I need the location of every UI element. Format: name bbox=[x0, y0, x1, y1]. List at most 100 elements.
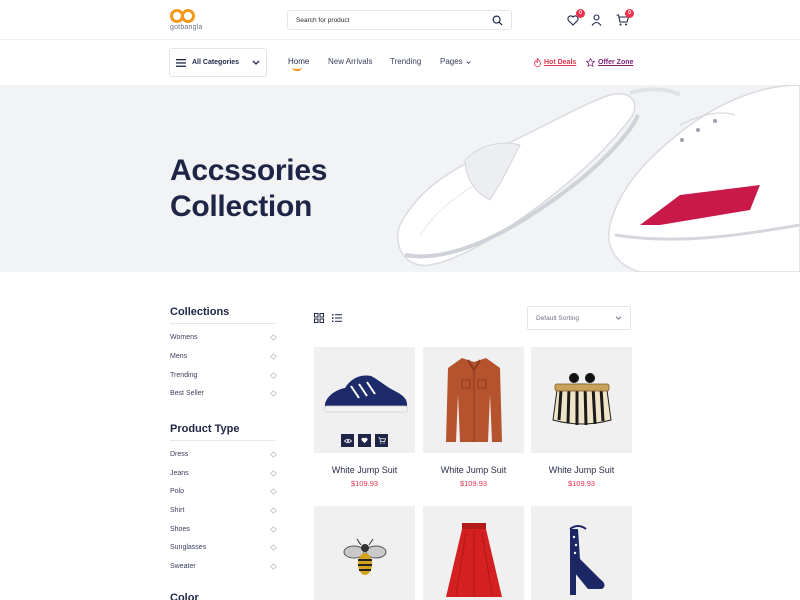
heart-icon bbox=[361, 437, 368, 444]
hero-title-line2: Collection bbox=[170, 190, 313, 223]
product-image[interactable] bbox=[531, 506, 632, 600]
diamond-icon bbox=[269, 333, 278, 342]
filter-label: Polo bbox=[170, 488, 185, 495]
product-card[interactable] bbox=[531, 506, 632, 600]
wishlist-count-badge: 0 bbox=[576, 9, 585, 18]
collections-heading: Collections bbox=[170, 306, 230, 318]
handbag-image bbox=[551, 373, 612, 426]
product-image[interactable] bbox=[531, 347, 632, 453]
nav-trending[interactable]: Trending bbox=[390, 57, 421, 66]
filter-item[interactable]: Shirt bbox=[170, 506, 278, 515]
cart-button[interactable]: 0 bbox=[615, 9, 634, 27]
filter-label: Sweater bbox=[170, 563, 196, 570]
filter-label: Trending bbox=[170, 372, 198, 379]
product-actions bbox=[314, 434, 415, 447]
hot-deals-link[interactable]: Hot Deals bbox=[534, 58, 576, 67]
filter-item[interactable]: Dress bbox=[170, 450, 278, 459]
logo[interactable]: gotbangla bbox=[170, 9, 203, 31]
product-image[interactable] bbox=[314, 347, 415, 453]
filter-label: Mens bbox=[170, 353, 188, 360]
filter-item[interactable]: Polo bbox=[170, 487, 278, 496]
color-heading: Color bbox=[170, 592, 199, 600]
offer-zone-link[interactable]: Offer Zone bbox=[586, 58, 633, 67]
filter-label: Jeans bbox=[170, 470, 189, 477]
diamond-icon bbox=[269, 352, 278, 361]
all-categories-dropdown[interactable]: All Categories bbox=[169, 48, 267, 77]
search-bar bbox=[287, 10, 512, 30]
product-image[interactable] bbox=[423, 506, 524, 600]
filter-label: Best Seller bbox=[170, 390, 204, 397]
filter-item[interactable]: Best Seller bbox=[170, 389, 278, 398]
all-categories-label: All Categories bbox=[192, 59, 240, 66]
sort-label: Default Sorting bbox=[536, 314, 579, 322]
hero-title: Accssories Collection bbox=[170, 153, 327, 225]
divider bbox=[170, 440, 276, 441]
bee-brooch-image bbox=[343, 538, 386, 575]
product-name[interactable]: White Jump Suit bbox=[314, 465, 415, 475]
product-price: $109.93 bbox=[567, 479, 596, 488]
nav-new-arrivals[interactable]: New Arrivals bbox=[328, 57, 372, 66]
product-name[interactable]: White Jump Suit bbox=[531, 465, 632, 475]
diamond-icon bbox=[269, 562, 278, 571]
search-input[interactable] bbox=[296, 16, 491, 24]
hot-deals-label: Hot Deals bbox=[544, 59, 577, 66]
diamond-icon bbox=[269, 469, 278, 478]
diamond-icon bbox=[269, 525, 278, 534]
nav-pages[interactable]: Pages bbox=[440, 57, 471, 66]
product-price: $109.93 bbox=[459, 479, 488, 488]
diamond-icon bbox=[269, 450, 278, 459]
cart-count-badge: 0 bbox=[625, 9, 634, 18]
sneaker-image bbox=[323, 375, 408, 413]
chevron-down-icon bbox=[466, 61, 471, 65]
product-image[interactable] bbox=[423, 347, 524, 453]
diamond-icon bbox=[269, 543, 278, 552]
filter-item[interactable]: Shoes bbox=[170, 525, 278, 534]
filter-item[interactable]: Trending bbox=[170, 371, 278, 380]
product-price: $109.93 bbox=[350, 479, 379, 488]
filter-item[interactable]: Womens bbox=[170, 333, 278, 342]
hero-sneakers-image bbox=[396, 85, 800, 272]
account-button[interactable] bbox=[589, 13, 603, 27]
grid-view-icon[interactable] bbox=[314, 313, 324, 323]
add-to-wishlist-button[interactable] bbox=[358, 434, 371, 447]
brand-name: gotbangla bbox=[170, 24, 203, 31]
product-type-heading: Product Type bbox=[170, 423, 240, 435]
filter-item[interactable]: Mens bbox=[170, 352, 278, 361]
cart-icon bbox=[378, 437, 386, 444]
product-card[interactable] bbox=[423, 506, 524, 600]
logo-mark-icon bbox=[170, 9, 196, 23]
diamond-icon bbox=[269, 389, 278, 398]
product-card[interactable]: White Jump Suit $109.93 bbox=[531, 347, 632, 488]
list-view-icon[interactable] bbox=[332, 313, 342, 323]
product-card[interactable] bbox=[314, 506, 415, 600]
product-card[interactable]: White Jump Suit $109.93 bbox=[314, 347, 415, 488]
chevron-down-icon bbox=[252, 60, 260, 65]
filter-item[interactable]: Jeans bbox=[170, 469, 278, 478]
menu-icon bbox=[176, 58, 186, 67]
add-to-cart-button[interactable] bbox=[375, 434, 388, 447]
hero-title-line1: Accssories bbox=[170, 154, 328, 187]
user-icon bbox=[591, 14, 601, 26]
diamond-icon bbox=[269, 506, 278, 515]
product-name[interactable]: White Jump Suit bbox=[423, 465, 524, 475]
filter-label: Sunglasses bbox=[170, 544, 207, 551]
chevron-down-icon bbox=[615, 316, 622, 320]
star-icon bbox=[586, 58, 595, 67]
active-indicator bbox=[292, 67, 302, 71]
filter-item[interactable]: Sweater bbox=[170, 562, 278, 571]
filter-label: Shirt bbox=[170, 507, 185, 514]
filter-item[interactable]: Sunglasses bbox=[170, 543, 278, 552]
product-card[interactable]: White Jump Suit $109.93 bbox=[423, 347, 524, 488]
nav-home[interactable]: Home bbox=[288, 57, 309, 66]
red-skirt-image bbox=[445, 523, 502, 597]
sort-dropdown[interactable]: Default Sorting bbox=[527, 306, 631, 330]
filter-label: Shoes bbox=[170, 526, 190, 533]
quick-view-button[interactable] bbox=[341, 434, 354, 447]
eye-icon bbox=[343, 438, 352, 443]
site-header: gotbangla 0 0 bbox=[0, 0, 800, 40]
search-icon[interactable] bbox=[491, 14, 503, 26]
hero-banner: Accssories Collection bbox=[0, 85, 800, 272]
nav-pages-label: Pages bbox=[440, 57, 463, 66]
wishlist-button[interactable]: 0 bbox=[566, 9, 585, 27]
product-image[interactable] bbox=[314, 506, 415, 600]
